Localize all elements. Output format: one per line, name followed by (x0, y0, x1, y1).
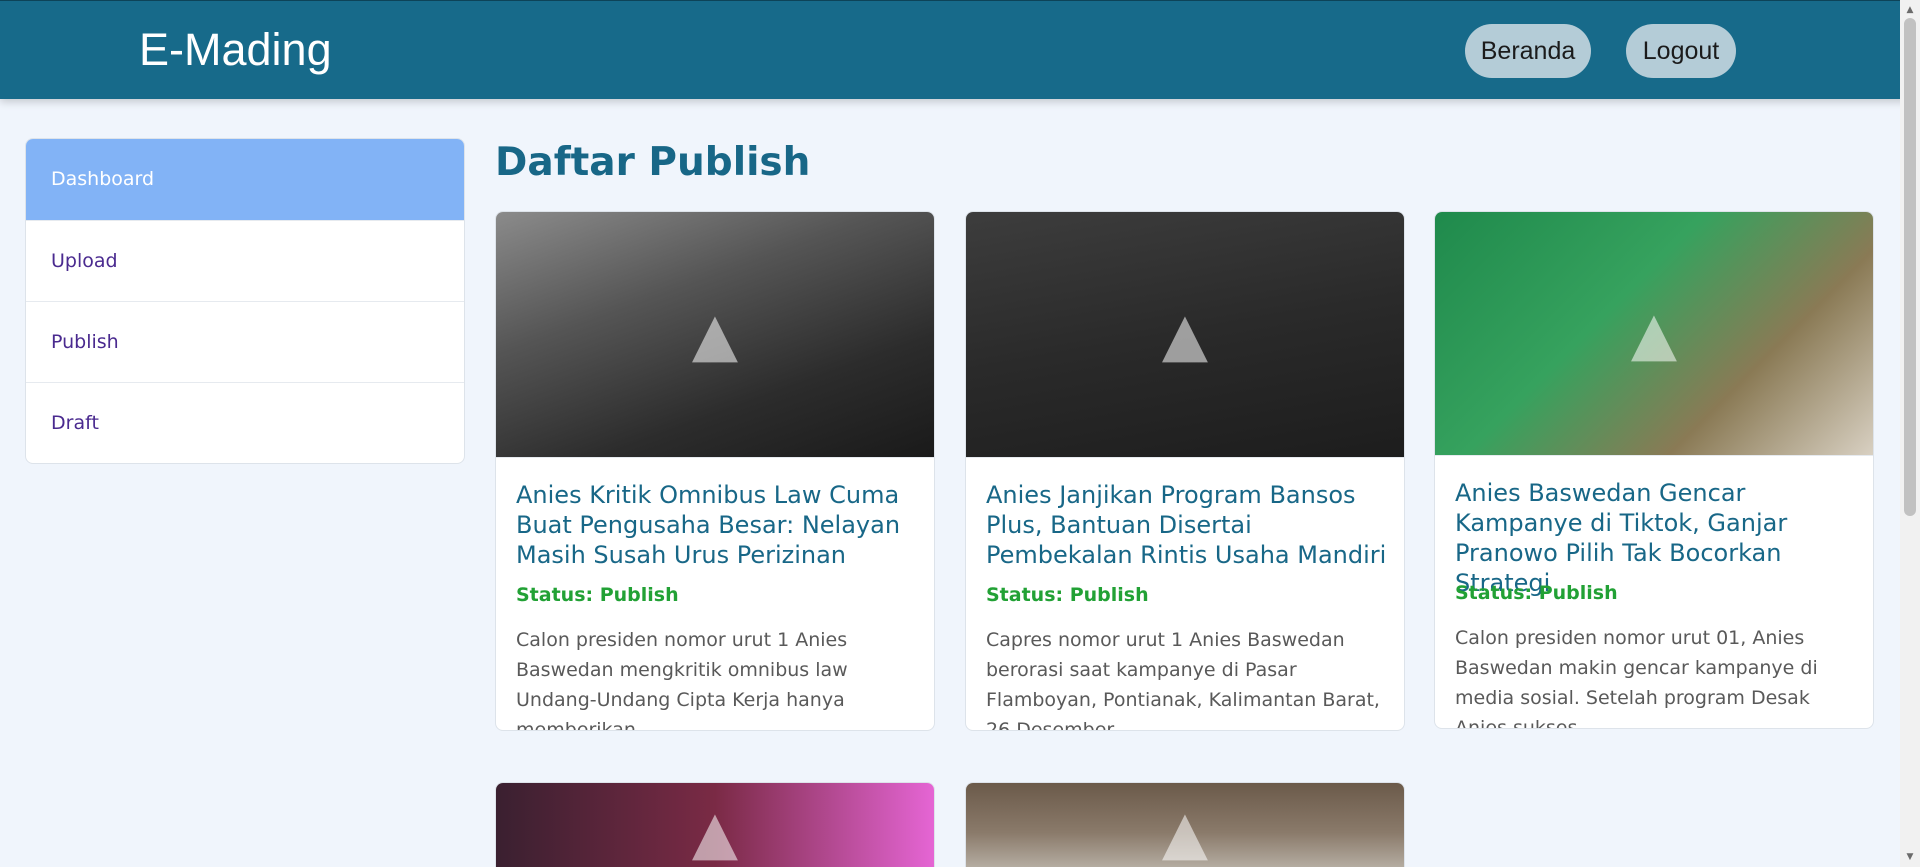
post-excerpt: Calon presiden nomor urut 1 Anies Baswed… (516, 629, 848, 731)
page-title: Daftar Publish (495, 140, 811, 185)
post-card[interactable]: ▲ Anies Baswedan Gencar Kampanye di Tikt… (1434, 211, 1874, 729)
post-excerpt: Capres nomor urut 1 Anies Baswedan beror… (986, 629, 1380, 731)
post-image[interactable]: ▲ (966, 212, 1404, 458)
scrollbar-thumb[interactable] (1904, 18, 1916, 516)
sidebar-item-upload[interactable]: Upload (26, 220, 464, 301)
image-icon: ▲ (1630, 298, 1678, 369)
image-icon: ▲ (1161, 797, 1209, 867)
image-icon: ▲ (1161, 299, 1209, 370)
image-icon: ▲ (691, 299, 739, 370)
post-image[interactable]: ▲ (496, 212, 934, 458)
post-card[interactable]: ▲ Anies Janjikan Program Bansos Plus, Ba… (965, 211, 1405, 731)
post-image[interactable]: ▲ (1435, 212, 1873, 456)
top-navbar: E-Mading Beranda Logout (0, 0, 1920, 99)
image-icon: ▲ (691, 797, 739, 867)
post-card[interactable]: ▲ (495, 782, 935, 867)
post-image[interactable]: ▲ (496, 783, 934, 867)
sidebar-menu: Dashboard Upload Publish Draft (25, 138, 465, 464)
post-image[interactable]: ▲ (966, 783, 1404, 867)
sidebar-item-dashboard[interactable]: Dashboard (26, 139, 464, 220)
status-badge: Status: Publish (516, 584, 679, 606)
post-excerpt: Calon presiden nomor urut 01, Anies Basw… (1455, 627, 1818, 729)
status-badge: Status: Publish (986, 584, 1149, 606)
post-card[interactable]: ▲ Anies Kritik Omnibus Law Cuma Buat Pen… (495, 211, 935, 731)
sidebar-item-publish[interactable]: Publish (26, 301, 464, 382)
post-title[interactable]: Anies Kritik Omnibus Law Cuma Buat Pengu… (516, 480, 918, 570)
scroll-down-arrow-icon[interactable]: ▼ (1900, 849, 1920, 865)
post-title[interactable]: Anies Janjikan Program Bansos Plus, Bant… (986, 480, 1388, 570)
sidebar-item-draft[interactable]: Draft (26, 382, 464, 463)
status-badge: Status: Publish (1455, 582, 1618, 604)
scroll-up-arrow-icon[interactable]: ▲ (1900, 2, 1920, 18)
logout-button[interactable]: Logout (1626, 24, 1736, 78)
post-card[interactable]: ▲ (965, 782, 1405, 867)
brand-title[interactable]: E-Mading (139, 23, 332, 77)
page-scrollbar[interactable]: ▲ ▼ (1900, 0, 1920, 867)
beranda-button[interactable]: Beranda (1465, 24, 1591, 78)
